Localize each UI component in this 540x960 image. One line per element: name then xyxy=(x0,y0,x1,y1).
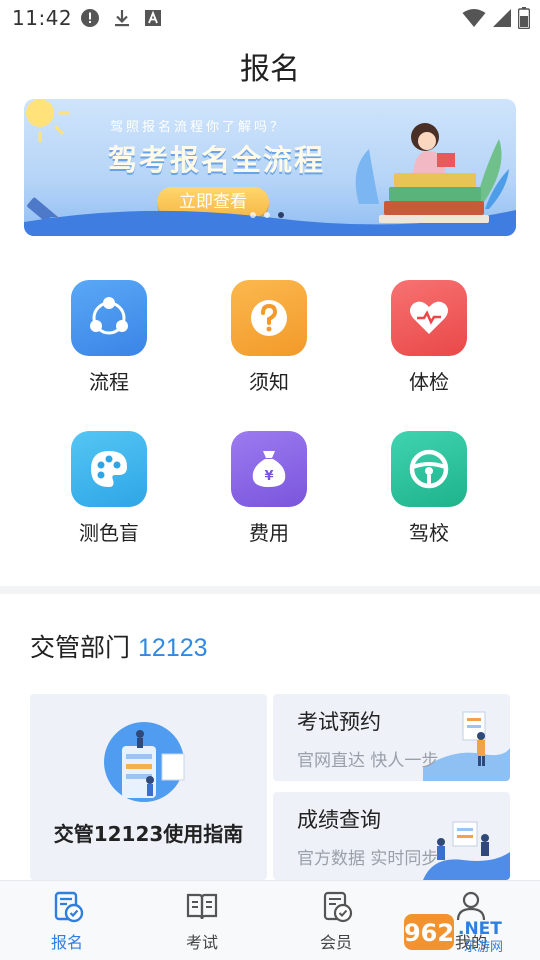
heart-pulse-icon xyxy=(391,280,467,356)
grid-item-driving-school[interactable]: 驾校 xyxy=(359,431,499,546)
status-system-icons xyxy=(462,7,530,29)
battery-icon xyxy=(518,7,530,29)
status-time: 11:42 xyxy=(12,6,73,30)
promo-banner[interactable]: 驾照报名流程你了解吗？ 驾考报名全流程 立即查看 xyxy=(24,99,516,236)
signal-icon xyxy=(493,9,511,27)
alert-icon xyxy=(81,9,99,27)
section-divider xyxy=(0,586,540,594)
banner-title: 驾考报名全流程 xyxy=(108,143,326,177)
share-nodes-icon xyxy=(71,280,147,356)
banner-pagination xyxy=(250,212,284,218)
banner-dot-active xyxy=(278,212,284,218)
palette-icon xyxy=(71,431,147,507)
sun-illustration xyxy=(26,99,70,143)
guide-card[interactable]: 交管12123使用指南 xyxy=(30,694,267,880)
grid-label: 测色盲 xyxy=(79,521,139,545)
svg-text:¥: ¥ xyxy=(264,469,273,484)
exam-booking-subtitle: 官网直达 快人一步 xyxy=(297,751,439,771)
money-bag-icon: ¥ xyxy=(231,431,307,507)
register-icon xyxy=(54,891,84,923)
grid-label: 流程 xyxy=(89,370,129,394)
grid-item-color-blind-test[interactable]: 测色盲 xyxy=(39,431,179,546)
banner-dot xyxy=(264,212,270,218)
section-title-text: 交管部门 xyxy=(30,633,131,662)
member-icon xyxy=(323,891,353,923)
section-title-number: 12123 xyxy=(138,634,208,662)
guide-card-label: 交管12123使用指南 xyxy=(53,822,244,846)
svg-text:962: 962 xyxy=(404,919,454,947)
font-icon xyxy=(145,10,161,26)
tab-label: 报名 xyxy=(50,933,83,952)
grid-label: 费用 xyxy=(249,521,289,545)
tab-member[interactable]: 会员 xyxy=(286,881,386,953)
grid-label: 驾校 xyxy=(409,521,449,545)
exam-booking-title: 考试预约 xyxy=(297,710,381,734)
tab-label: 会员 xyxy=(319,933,352,952)
grid-item-process[interactable]: 流程 xyxy=(39,280,179,395)
tab-exam[interactable]: 考试 xyxy=(152,881,252,953)
score-query-title: 成绩查询 xyxy=(297,808,381,832)
book-icon xyxy=(186,893,218,920)
grid-item-notice[interactable]: 须知 xyxy=(199,280,339,395)
section-title: 交管部门 12123 xyxy=(30,628,208,664)
tab-register[interactable]: 报名 xyxy=(17,881,117,953)
grid-item-health-check[interactable]: 体检 xyxy=(359,280,499,395)
wifi-icon xyxy=(462,9,486,27)
tab-label: 考试 xyxy=(185,933,218,952)
question-icon xyxy=(231,280,307,356)
page-title: 报名 xyxy=(240,52,300,87)
steering-wheel-icon xyxy=(391,431,467,507)
grid-item-fees[interactable]: ¥ 费用 xyxy=(199,431,339,546)
download-icon xyxy=(115,10,129,27)
reading-girl-illustration xyxy=(355,123,509,223)
score-query-subtitle: 官方数据 实时同步 xyxy=(297,849,439,869)
grid-label: 体检 xyxy=(409,370,449,394)
grid-label: 须知 xyxy=(249,370,289,394)
svg-text:乐游网: 乐游网 xyxy=(464,940,503,954)
banner-dot xyxy=(250,212,256,218)
status-notification-icons xyxy=(80,8,162,28)
exam-booking-card[interactable]: 考试预约 官网直达 快人一步 xyxy=(273,694,510,781)
phone-guide-illustration xyxy=(104,722,185,802)
score-query-card[interactable]: 成绩查询 官方数据 实时同步 xyxy=(273,792,510,880)
watermark-logo: 962 .NET 乐游网 xyxy=(404,914,503,954)
svg-text:.NET: .NET xyxy=(458,919,502,939)
banner-subtitle: 驾照报名流程你了解吗？ xyxy=(110,120,287,135)
status-bar: 11:42 xyxy=(0,0,540,36)
